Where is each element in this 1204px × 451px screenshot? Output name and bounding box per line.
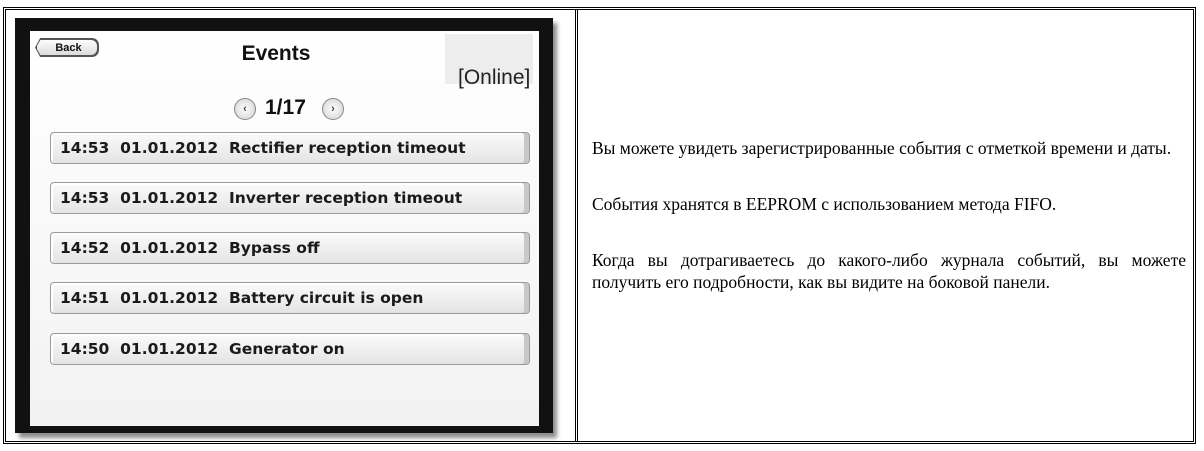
- description-cell: Вы можете увидеть зарегистрированные соб…: [578, 10, 1193, 441]
- layout-table: Back Events [Online] ‹ 1/17 › 14:53 01.0…: [3, 7, 1196, 444]
- event-row[interactable]: 14:51 01.01.2012 Battery circuit is open: [50, 282, 530, 314]
- event-text: 14:52 01.01.2012 Bypass off: [60, 239, 320, 257]
- event-row[interactable]: 14:52 01.01.2012 Bypass off: [50, 232, 530, 264]
- event-row[interactable]: 14:53 01.01.2012 Inverter reception time…: [50, 182, 530, 214]
- event-row[interactable]: 14:53 01.01.2012 Rectifier reception tim…: [50, 132, 530, 164]
- connection-status: [Online]: [458, 66, 531, 89]
- back-button[interactable]: Back: [36, 39, 98, 56]
- screenshot-cell: Back Events [Online] ‹ 1/17 › 14:53 01.0…: [6, 10, 578, 441]
- event-text: 14:50 01.01.2012 Generator on: [60, 340, 345, 358]
- event-text: 14:51 01.01.2012 Battery circuit is open: [60, 289, 424, 307]
- chevron-right-icon[interactable]: ›: [322, 98, 344, 120]
- page-indicator: 1/17: [265, 96, 306, 119]
- description-paragraph: Когда вы дотрагиваетесь до какого-либо ж…: [592, 250, 1186, 292]
- events-screen: [30, 31, 539, 426]
- event-text: 14:53 01.01.2012 Rectifier reception tim…: [60, 139, 466, 157]
- screen-title: Events: [241, 42, 311, 65]
- event-text: 14:53 01.01.2012 Inverter reception time…: [60, 189, 463, 207]
- description-paragraph: Вы можете увидеть зарегистрированные соб…: [592, 138, 1172, 158]
- chevron-left-icon[interactable]: ‹: [234, 98, 256, 120]
- event-row[interactable]: 14:50 01.01.2012 Generator on: [50, 333, 530, 365]
- description-paragraph: События хранятся в EEPROM с использовани…: [592, 194, 1057, 214]
